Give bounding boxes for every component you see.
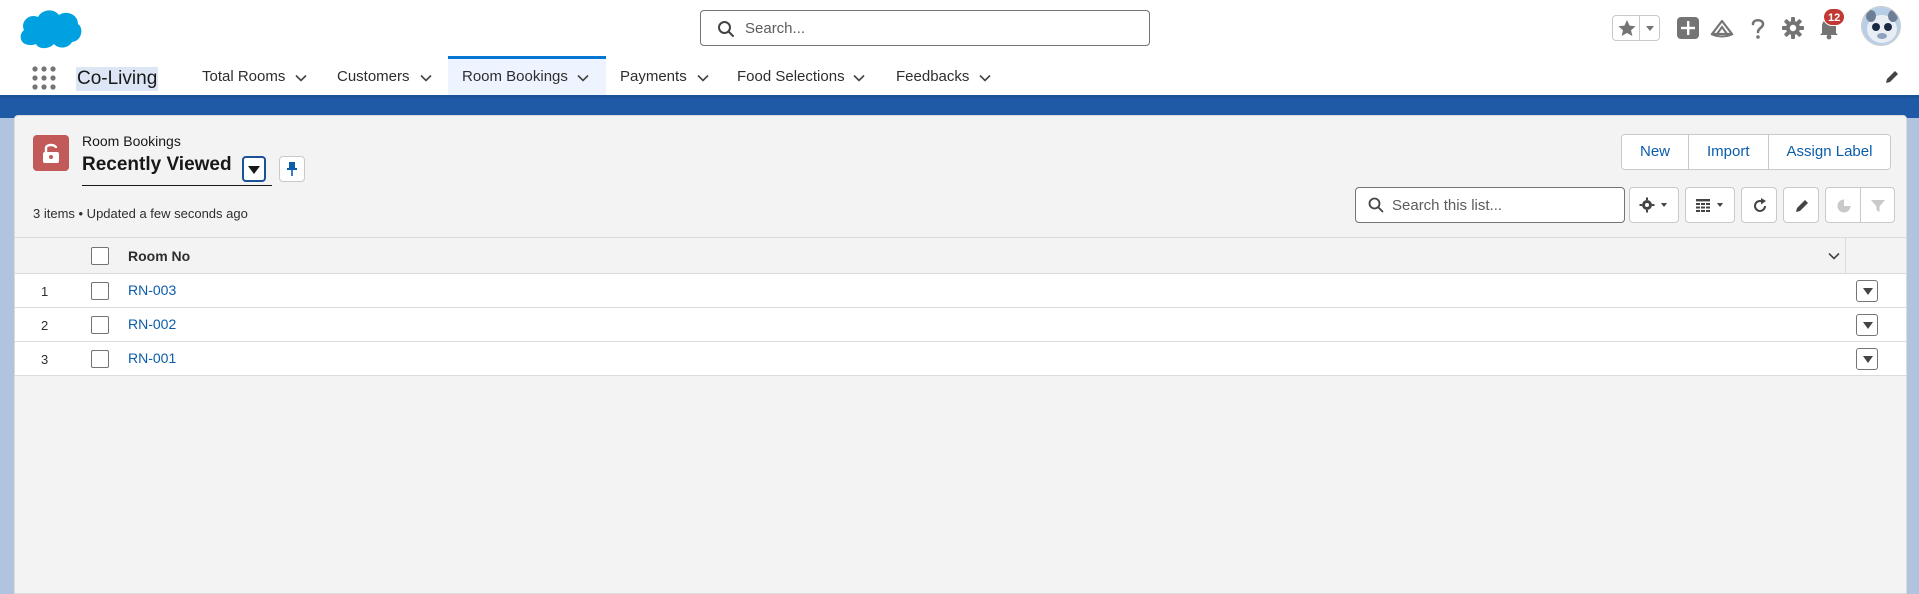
- pin-icon: [287, 162, 297, 176]
- app-launcher-icon[interactable]: [30, 64, 58, 92]
- edit-pencil-icon: [1796, 200, 1808, 212]
- table-row: 2 RN-002: [15, 308, 1906, 342]
- chevron-down-icon[interactable]: [852, 71, 866, 85]
- global-search-input[interactable]: Search...: [700, 10, 1150, 46]
- room-bookings-object-icon: [33, 135, 69, 171]
- list-view-picker-button[interactable]: [242, 156, 266, 182]
- search-placeholder: Search...: [745, 20, 806, 37]
- trailhead-icon[interactable]: [1709, 15, 1735, 41]
- row-actions-button[interactable]: [1856, 314, 1878, 336]
- salesforce-logo[interactable]: [16, 5, 84, 53]
- search-icon: [718, 21, 734, 37]
- inline-edit-button[interactable]: [1783, 187, 1819, 223]
- row-checkbox[interactable]: [91, 316, 109, 334]
- room-no-link[interactable]: RN-003: [128, 282, 176, 298]
- row-checkbox[interactable]: [91, 350, 109, 368]
- nav-tab-label: Total Rooms: [202, 68, 286, 85]
- row-actions-button[interactable]: [1856, 348, 1878, 370]
- list-view-name[interactable]: Recently Viewed: [82, 154, 232, 176]
- search-list-input[interactable]: Search this list...: [1355, 187, 1625, 223]
- lock-icon: [43, 143, 59, 163]
- nav-tab-label: Payments: [620, 68, 687, 85]
- refresh-button[interactable]: [1741, 187, 1777, 223]
- nav-tab-label: Food Selections: [737, 68, 845, 85]
- divider: [1860, 188, 1861, 222]
- table-row: 1 RN-003: [15, 274, 1906, 308]
- refresh-icon: [1754, 198, 1766, 212]
- nav-tab-label: Customers: [337, 68, 410, 85]
- global-actions-add-icon[interactable]: [1675, 15, 1701, 41]
- search-list-placeholder: Search this list...: [1392, 197, 1503, 214]
- nav-tab-room-bookings[interactable]: Room Bookings: [448, 56, 606, 95]
- caret-down-icon: [1863, 288, 1873, 295]
- favorites-button-group[interactable]: [1612, 15, 1660, 41]
- caret-down-icon: [248, 166, 260, 174]
- global-header: Search... 12: [0, 0, 1919, 56]
- setup-gear-icon[interactable]: [1780, 15, 1806, 41]
- new-button[interactable]: New: [1622, 135, 1690, 169]
- user-avatar[interactable]: [1861, 6, 1901, 46]
- row-number: 1: [41, 284, 49, 299]
- table-header-row: Room No: [15, 237, 1906, 274]
- nav-tab-feedbacks[interactable]: Feedbacks: [884, 56, 1002, 95]
- chevron-down-icon[interactable]: [419, 71, 433, 85]
- nav-tab-payments[interactable]: Payments: [608, 56, 718, 95]
- nav-tab-food-selections[interactable]: Food Selections: [725, 56, 875, 95]
- app-navigation-bar: Co-Living Total Rooms Customers Room Boo…: [0, 56, 1919, 98]
- display-as-table-button[interactable]: [1685, 187, 1735, 223]
- list-view-status: 3 items • Updated a few seconds ago: [33, 206, 248, 221]
- caret-down-icon: [1863, 322, 1873, 329]
- search-icon: [1368, 197, 1384, 213]
- chevron-down-icon[interactable]: [978, 71, 992, 85]
- app-name: Co-Living: [76, 67, 159, 91]
- row-actions-button[interactable]: [1856, 280, 1878, 302]
- nav-tab-label: Feedbacks: [896, 68, 970, 85]
- chevron-down-icon[interactable]: [696, 71, 710, 85]
- room-no-link[interactable]: RN-002: [128, 316, 176, 332]
- import-button[interactable]: Import: [1689, 135, 1769, 169]
- row-number: 3: [41, 352, 49, 367]
- column-actions-chevron-icon[interactable]: [1827, 249, 1841, 263]
- table-row: 3 RN-001: [15, 342, 1906, 376]
- help-icon[interactable]: [1745, 15, 1771, 41]
- list-view-controls-button[interactable]: [1629, 187, 1679, 223]
- object-label: Room Bookings: [82, 133, 181, 149]
- list-actions-button-group: New Import Assign Label: [1621, 134, 1892, 170]
- assign-label-button[interactable]: Assign Label: [1768, 135, 1891, 169]
- chart-filter-button-group: [1825, 187, 1895, 223]
- column-header-room-no[interactable]: Room No: [128, 248, 190, 264]
- settings-gear-icon: [1639, 197, 1667, 213]
- nav-tab-customers[interactable]: Customers: [325, 56, 445, 95]
- chart-icon[interactable]: [1836, 198, 1852, 214]
- nav-tab-total-rooms[interactable]: Total Rooms: [190, 56, 320, 95]
- row-number: 2: [41, 318, 49, 333]
- caret-down-icon: [1863, 356, 1873, 363]
- filter-icon[interactable]: [1870, 198, 1886, 214]
- table-view-icon: [1696, 199, 1723, 212]
- notification-count-badge: 12: [1823, 8, 1846, 26]
- favorites-dropdown-icon[interactable]: [1644, 22, 1656, 34]
- select-all-checkbox[interactable]: [91, 247, 109, 265]
- column-divider: [1845, 238, 1846, 274]
- favorites-star-icon[interactable]: [1616, 18, 1638, 38]
- room-no-link[interactable]: RN-001: [128, 350, 176, 366]
- edit-nav-pencil-icon[interactable]: [1884, 69, 1900, 85]
- list-view-card: Room Bookings Recently Viewed 3 items • …: [14, 115, 1907, 594]
- pin-list-view-button[interactable]: [279, 156, 305, 182]
- chevron-down-icon[interactable]: [576, 71, 590, 85]
- row-checkbox[interactable]: [91, 282, 109, 300]
- chevron-down-icon[interactable]: [294, 71, 308, 85]
- divider: [1639, 16, 1640, 40]
- list-view-underline: [82, 185, 272, 186]
- nav-tab-label: Room Bookings: [462, 68, 568, 85]
